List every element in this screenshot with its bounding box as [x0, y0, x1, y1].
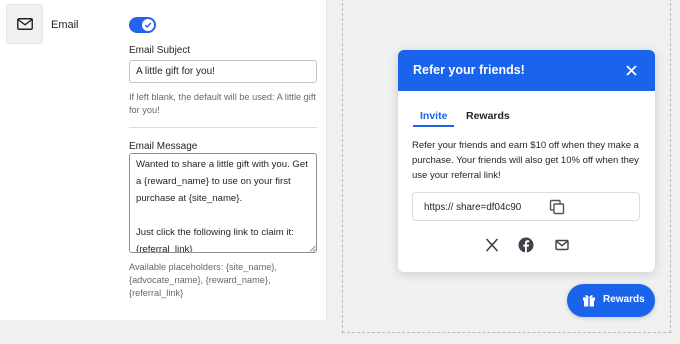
toggle-knob [142, 19, 154, 31]
tab-rewards[interactable]: Rewards [466, 110, 510, 122]
referral-link-box[interactable]: https:// share=df04c90 [412, 192, 640, 221]
active-tab-indicator [413, 125, 454, 127]
x-icon[interactable] [484, 237, 500, 253]
referral-description: Refer your friends and earn $10 off when… [412, 140, 639, 181]
checkmark-icon [144, 22, 152, 28]
referral-link-text[interactable]: https:// share=df04c90 [424, 202, 521, 213]
email-subject-label: Email Subject [129, 45, 191, 56]
envelope-icon [16, 18, 33, 30]
rewards-launcher-button[interactable]: Rewards [567, 284, 655, 317]
channel-icon-tile [6, 4, 43, 44]
email-subject-input[interactable] [129, 60, 317, 83]
gift-icon [583, 295, 595, 307]
copy-icon[interactable] [549, 199, 565, 215]
resize-handle-icon[interactable] [309, 245, 316, 252]
section-divider [129, 127, 317, 128]
modal-title: Refer your friends! [413, 63, 525, 77]
facebook-icon[interactable] [518, 237, 534, 253]
email-message-label: Email Message [129, 141, 198, 152]
referral-modal: Refer your friends! Invite Rewards Refer… [398, 50, 655, 272]
email-subject-help: If left blank, the default will be used:… [129, 92, 316, 115]
email-icon[interactable] [554, 237, 570, 253]
close-icon[interactable] [625, 64, 638, 77]
modal-header: Refer your friends! [398, 50, 655, 91]
email-enabled-toggle[interactable] [129, 17, 156, 33]
channel-label: Email [51, 19, 79, 31]
email-message-help: Available placeholders: {site_name}, {ad… [129, 262, 277, 298]
email-message-textarea[interactable]: Wanted to share a little gift with you. … [129, 153, 317, 253]
email-settings-panel: Email Email Subject If left blank, the d… [0, 0, 327, 320]
tab-invite[interactable]: Invite [420, 110, 447, 122]
rewards-launcher-label: Rewards [603, 294, 645, 305]
